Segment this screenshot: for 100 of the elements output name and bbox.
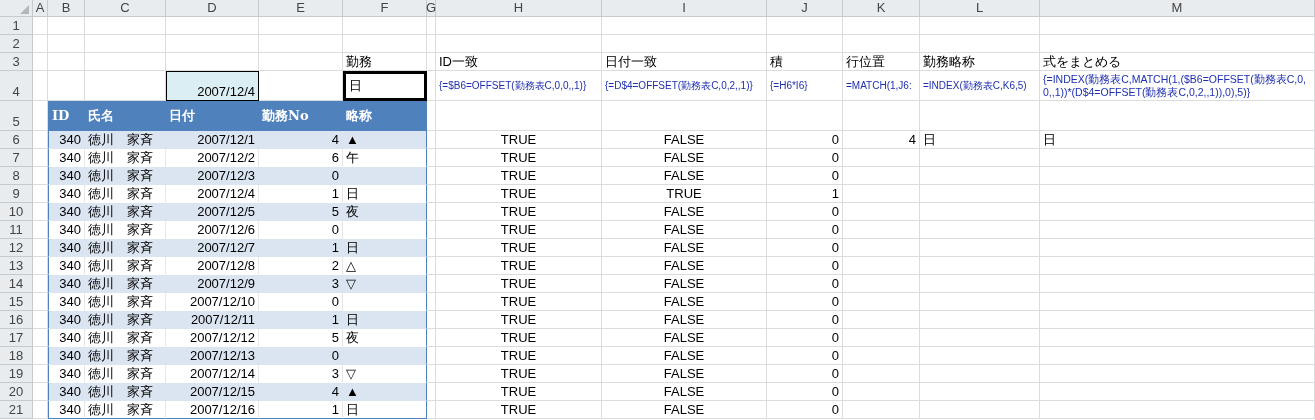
table-cell[interactable]: 日 bbox=[343, 401, 427, 419]
formula-cell[interactable]: =INDEX(勤務表C,K6,5) bbox=[920, 71, 1040, 101]
formula-cell[interactable]: {=H6*I6} bbox=[767, 71, 843, 101]
row-header[interactable]: 19 bbox=[0, 365, 33, 383]
column-header[interactable]: C bbox=[85, 0, 166, 17]
column-label[interactable]: 日付一致 bbox=[602, 53, 767, 71]
table-cell[interactable]: 0 bbox=[767, 239, 843, 257]
table-cell[interactable]: TRUE bbox=[436, 311, 602, 329]
table-cell[interactable]: 0 bbox=[767, 401, 843, 419]
table-cell[interactable]: TRUE bbox=[436, 203, 602, 221]
table-cell[interactable]: 0 bbox=[767, 311, 843, 329]
table-cell[interactable]: ▲ bbox=[343, 131, 427, 149]
table-cell[interactable]: 0 bbox=[767, 221, 843, 239]
select-all-icon[interactable] bbox=[20, 5, 29, 14]
table-cell[interactable]: 徳川 家斉 bbox=[85, 203, 166, 221]
table-cell[interactable]: 4 bbox=[843, 131, 920, 149]
table-cell[interactable]: FALSE bbox=[602, 347, 767, 365]
table-cell[interactable]: ▽ bbox=[343, 275, 427, 293]
column-label[interactable]: 積 bbox=[767, 53, 843, 71]
table-cell[interactable]: 2007/12/5 bbox=[166, 203, 259, 221]
row-header[interactable]: 10 bbox=[0, 203, 33, 221]
table-cell[interactable]: 徳川 家斉 bbox=[85, 347, 166, 365]
table-cell[interactable]: 2007/12/16 bbox=[166, 401, 259, 419]
table-cell[interactable]: 0 bbox=[767, 383, 843, 401]
column-label[interactable]: 勤務略称 bbox=[920, 53, 1040, 71]
table-cell[interactable]: 2007/12/7 bbox=[166, 239, 259, 257]
table-cell[interactable]: FALSE bbox=[602, 365, 767, 383]
table-cell[interactable]: 340 bbox=[48, 401, 85, 419]
table-cell[interactable]: TRUE bbox=[436, 401, 602, 419]
table-cell[interactable]: FALSE bbox=[602, 401, 767, 419]
table-cell[interactable]: FALSE bbox=[602, 329, 767, 347]
formula-cell[interactable]: =MATCH(1,J6: bbox=[843, 71, 920, 101]
table-cell[interactable]: TRUE bbox=[436, 131, 602, 149]
table-cell[interactable]: 0 bbox=[767, 365, 843, 383]
table-cell[interactable]: FALSE bbox=[602, 275, 767, 293]
table-cell[interactable]: FALSE bbox=[602, 239, 767, 257]
table-header[interactable]: 勤務No bbox=[259, 101, 343, 131]
table-cell[interactable]: 340 bbox=[48, 275, 85, 293]
row-header[interactable]: 18 bbox=[0, 347, 33, 365]
table-cell[interactable]: 夜 bbox=[343, 203, 427, 221]
table-header[interactable]: ID bbox=[48, 101, 85, 131]
column-header[interactable]: A bbox=[33, 0, 48, 17]
table-cell[interactable]: 2007/12/1 bbox=[166, 131, 259, 149]
column-header[interactable]: B bbox=[48, 0, 85, 17]
table-cell[interactable]: FALSE bbox=[602, 149, 767, 167]
table-cell[interactable]: TRUE bbox=[436, 347, 602, 365]
row-header[interactable]: 7 bbox=[0, 149, 33, 167]
table-cell[interactable]: 340 bbox=[48, 131, 85, 149]
row-header[interactable]: 2 bbox=[0, 35, 33, 53]
table-cell[interactable]: 2007/12/9 bbox=[166, 275, 259, 293]
table-cell[interactable]: TRUE bbox=[436, 239, 602, 257]
table-cell[interactable]: TRUE bbox=[602, 185, 767, 203]
table-cell[interactable]: FALSE bbox=[602, 131, 767, 149]
table-cell[interactable]: TRUE bbox=[436, 293, 602, 311]
table-cell[interactable]: FALSE bbox=[602, 293, 767, 311]
row-header[interactable]: 12 bbox=[0, 239, 33, 257]
table-cell[interactable]: 340 bbox=[48, 167, 85, 185]
table-cell[interactable]: FALSE bbox=[602, 257, 767, 275]
row-header[interactable]: 21 bbox=[0, 401, 33, 419]
table-cell[interactable]: 340 bbox=[48, 383, 85, 401]
row-header[interactable]: 9 bbox=[0, 185, 33, 203]
table-cell[interactable]: 4 bbox=[259, 383, 343, 401]
row-header[interactable]: 1 bbox=[0, 17, 33, 35]
table-cell[interactable]: 徳川 家斉 bbox=[85, 275, 166, 293]
column-header[interactable]: E bbox=[259, 0, 343, 17]
table-cell[interactable]: 徳川 家斉 bbox=[85, 239, 166, 257]
row-header[interactable]: 5 bbox=[0, 101, 33, 131]
row-header[interactable]: 15 bbox=[0, 293, 33, 311]
table-cell[interactable]: FALSE bbox=[602, 167, 767, 185]
table-cell[interactable]: ▲ bbox=[343, 383, 427, 401]
table-cell[interactable]: 1 bbox=[259, 311, 343, 329]
column-header[interactable]: M bbox=[1040, 0, 1315, 17]
row-header[interactable]: 6 bbox=[0, 131, 33, 149]
row-header[interactable]: 14 bbox=[0, 275, 33, 293]
table-cell[interactable]: 徳川 家斉 bbox=[85, 401, 166, 419]
column-header[interactable]: F bbox=[343, 0, 427, 17]
table-cell[interactable]: FALSE bbox=[602, 203, 767, 221]
column-label[interactable]: ID一致 bbox=[436, 53, 602, 71]
table-header[interactable]: 日付 bbox=[166, 101, 259, 131]
column-label[interactable]: 行位置 bbox=[843, 53, 920, 71]
table-cell[interactable]: 3 bbox=[259, 275, 343, 293]
table-cell[interactable]: TRUE bbox=[436, 383, 602, 401]
row-header[interactable]: 4 bbox=[0, 71, 33, 101]
row-header[interactable]: 17 bbox=[0, 329, 33, 347]
table-cell[interactable]: TRUE bbox=[436, 275, 602, 293]
table-cell[interactable]: 徳川 家斉 bbox=[85, 131, 166, 149]
row-header[interactable]: 13 bbox=[0, 257, 33, 275]
table-cell[interactable]: TRUE bbox=[436, 257, 602, 275]
table-cell[interactable]: 340 bbox=[48, 203, 85, 221]
table-cell[interactable]: 0 bbox=[767, 293, 843, 311]
column-header[interactable]: D bbox=[166, 0, 259, 17]
table-cell[interactable]: FALSE bbox=[602, 311, 767, 329]
table-cell[interactable]: TRUE bbox=[436, 167, 602, 185]
table-cell[interactable]: 1 bbox=[767, 185, 843, 203]
table-cell[interactable]: 日 bbox=[343, 311, 427, 329]
table-cell[interactable]: 0 bbox=[259, 347, 343, 365]
input-cell[interactable]: 日 bbox=[343, 71, 427, 101]
table-cell[interactable]: 日 bbox=[920, 131, 1040, 149]
column-header[interactable]: L bbox=[920, 0, 1040, 17]
table-cell[interactable]: 340 bbox=[48, 239, 85, 257]
